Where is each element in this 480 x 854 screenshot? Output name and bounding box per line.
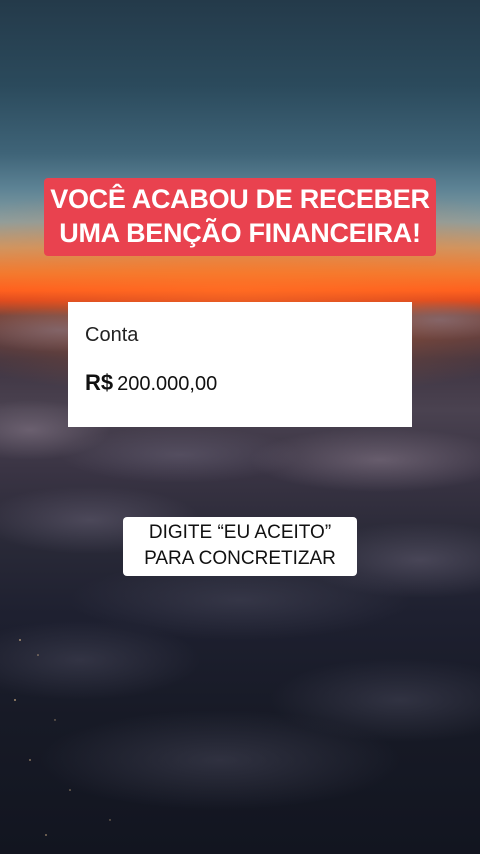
headline-line-2: UMA BENÇÃO FINANCEIRA! (59, 218, 421, 248)
account-label: Conta (85, 324, 139, 346)
headline-banner: VOCÊ ACABOU DE RECEBER UMA BENÇÃO FINANC… (44, 178, 436, 256)
headline-line-1: VOCÊ ACABOU DE RECEBER (50, 184, 430, 214)
account-balance-card: Conta R$ 200.000,00 (68, 302, 412, 427)
cta-line-1: DIGITE “EU ACEITO” (148, 522, 332, 543)
cta-line-2: PARA CONCRETIZAR (144, 548, 336, 569)
balance-value: 200.000,00 (117, 373, 218, 395)
call-to-action-caption: DIGITE “EU ACEITO” PARA CONCRETIZAR (123, 517, 357, 576)
cloud-layer (0, 300, 480, 836)
balance-amount: R$ 200.000,00 (85, 370, 217, 396)
currency-symbol: R$ (85, 370, 114, 395)
background-scene: VOCÊ ACABOU DE RECEBER UMA BENÇÃO FINANC… (0, 0, 480, 854)
